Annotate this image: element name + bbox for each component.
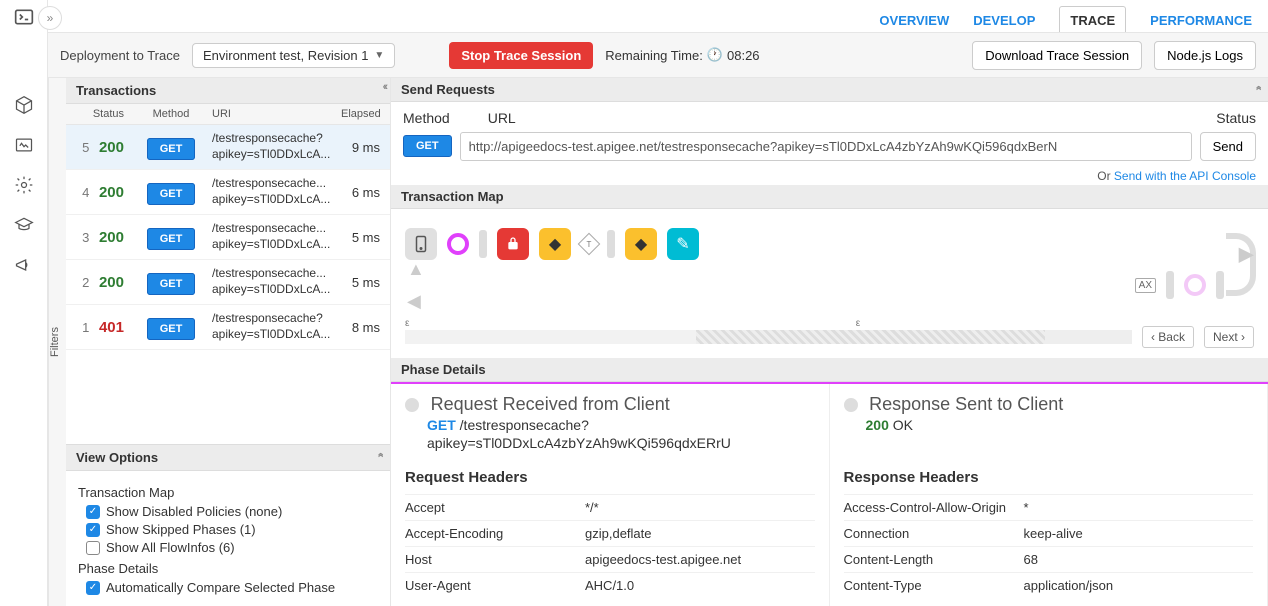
request-received-title: Request Received from Client xyxy=(431,394,670,414)
or-console: Or Send with the API Console xyxy=(391,165,1268,185)
next-button[interactable]: Next › xyxy=(1204,326,1254,348)
policy-route-icon[interactable]: ◆ xyxy=(539,228,571,260)
transaction-row[interactable]: 1 401GET/testresponsecache?apikey=sTl0DD… xyxy=(66,305,390,350)
condition-icon[interactable]: T xyxy=(578,232,601,255)
cb-flowinfos[interactable]: Show All FlowInfos (6) xyxy=(86,540,378,555)
environment-dropdown[interactable]: Environment test, Revision 1▼ xyxy=(192,43,395,68)
header-row: Accept*/* xyxy=(405,494,815,520)
trace-toolbar: Deployment to Trace Environment test, Re… xyxy=(48,32,1268,78)
cb-skipped-phases[interactable]: ✓Show Skipped Phases (1) xyxy=(86,522,378,537)
header-row: Connectionkeep-alive xyxy=(844,520,1254,546)
flow-marker[interactable] xyxy=(1184,274,1206,296)
policy-lock-icon[interactable] xyxy=(497,228,529,260)
response-sent-title: Response Sent to Client xyxy=(869,394,1063,414)
tab-develop[interactable]: DEVELOP xyxy=(973,13,1035,28)
transaction-map: ▶ ▲ ◆ T ◆ ✎ xyxy=(391,209,1268,320)
response-headers-title: Response Headers xyxy=(844,469,1254,486)
nodejs-logs-button[interactable]: Node.js Logs xyxy=(1154,41,1256,70)
phase-dot-icon xyxy=(844,398,858,412)
package-icon[interactable] xyxy=(13,94,35,116)
tab-trace[interactable]: TRACE xyxy=(1059,6,1126,34)
transactions-list: 5 200GET/testresponsecache?apikey=sTl0DD… xyxy=(66,125,390,444)
tab-performance[interactable]: PERFORMANCE xyxy=(1150,13,1252,28)
phase-details-header: Phase Details xyxy=(391,358,1268,382)
header-row: Content-Length68 xyxy=(844,546,1254,572)
flow-bar xyxy=(607,230,615,258)
request-headers-title: Request Headers xyxy=(405,469,815,486)
flow-bar xyxy=(1216,271,1224,299)
expand-rail-button[interactable]: » xyxy=(38,6,62,30)
api-console-link[interactable]: Send with the API Console xyxy=(1114,169,1256,183)
transaction-row[interactable]: 4 200GET/testresponsecache...apikey=sTl0… xyxy=(66,170,390,215)
ax-badge: AX xyxy=(1135,278,1156,293)
method-label: Method xyxy=(403,110,450,126)
transaction-row[interactable]: 5 200GET/testresponsecache?apikey=sTl0DD… xyxy=(66,125,390,170)
method-pill: GET xyxy=(147,318,196,340)
collapse-icon[interactable]: ‹‹ xyxy=(374,452,386,455)
view-options-header: View Options ‹‹ xyxy=(66,445,390,471)
flow-marker[interactable] xyxy=(447,233,469,255)
collapse-icon[interactable]: ‹‹ xyxy=(383,81,386,93)
transactions-columns: Status Method URI Elapsed xyxy=(66,104,390,125)
megaphone-icon[interactable] xyxy=(13,254,35,276)
transactions-header: Transactions ‹‹ xyxy=(66,78,390,104)
send-requests-header: Send Requests ‹‹ xyxy=(391,78,1268,102)
chevron-down-icon: ▼ xyxy=(374,50,384,61)
flow-bar xyxy=(479,230,487,258)
policy-route-icon[interactable]: ◆ xyxy=(625,228,657,260)
header-row: Accept-Encodinggzip,deflate xyxy=(405,520,815,546)
clock-icon: 🕐 xyxy=(707,47,723,63)
policy-edit-icon[interactable]: ✎ xyxy=(667,228,699,260)
back-button[interactable]: ‹ Back xyxy=(1142,326,1194,348)
cb-autocompare[interactable]: ✓Automatically Compare Selected Phase xyxy=(86,580,378,595)
url-input[interactable] xyxy=(460,132,1192,161)
url-label: URL xyxy=(488,110,516,126)
collapse-icon[interactable]: ‹‹ xyxy=(1252,85,1264,88)
deployment-label: Deployment to Trace xyxy=(60,48,180,63)
transaction-row[interactable]: 3 200GET/testresponsecache...apikey=sTl0… xyxy=(66,215,390,260)
header-row: Hostapigeedocs-test.apigee.net xyxy=(405,546,815,572)
header-row: User-AgentAHC/1.0 xyxy=(405,572,815,598)
tab-nav: OVERVIEW DEVELOP TRACE PERFORMANCE xyxy=(48,0,1268,32)
left-rail xyxy=(0,0,48,606)
client-node-icon[interactable] xyxy=(405,228,437,260)
vo-map-label: Transaction Map xyxy=(78,485,378,500)
terminal-icon[interactable] xyxy=(13,6,35,28)
flow-bar xyxy=(1166,271,1174,299)
download-trace-button[interactable]: Download Trace Session xyxy=(972,41,1142,70)
vo-phase-label: Phase Details xyxy=(78,561,378,576)
header-row: Access-Control-Allow-Origin* xyxy=(844,494,1254,520)
header-row: Content-Typeapplication/json xyxy=(844,572,1254,598)
method-pill: GET xyxy=(147,228,196,250)
cb-disabled-policies[interactable]: ✓Show Disabled Policies (none) xyxy=(86,504,378,519)
transaction-row[interactable]: 2 200GET/testresponsecache...apikey=sTl0… xyxy=(66,260,390,305)
method-pill: GET xyxy=(147,183,196,205)
remaining-time: Remaining Time: 🕐 08:26 xyxy=(605,47,759,63)
timeline-track[interactable]: ε ε xyxy=(405,330,1132,344)
send-method-pill[interactable]: GET xyxy=(403,135,452,157)
status-label: Status xyxy=(1216,110,1256,126)
filters-sidebar-toggle[interactable]: Filters xyxy=(48,78,66,606)
method-pill: GET xyxy=(147,273,196,295)
send-button[interactable]: Send xyxy=(1200,132,1256,161)
timeline: ε ε ‹ Back Next › xyxy=(391,320,1268,358)
gear-icon[interactable] xyxy=(13,174,35,196)
transaction-map-header: Transaction Map xyxy=(391,185,1268,209)
tab-overview[interactable]: OVERVIEW xyxy=(879,13,949,28)
education-icon[interactable] xyxy=(13,214,35,236)
dashboard-icon[interactable] xyxy=(13,134,35,156)
method-pill: GET xyxy=(147,138,196,160)
arrow-left-icon: ◀ xyxy=(407,291,421,312)
phase-dot-icon xyxy=(405,398,419,412)
stop-trace-button[interactable]: Stop Trace Session xyxy=(449,42,593,69)
